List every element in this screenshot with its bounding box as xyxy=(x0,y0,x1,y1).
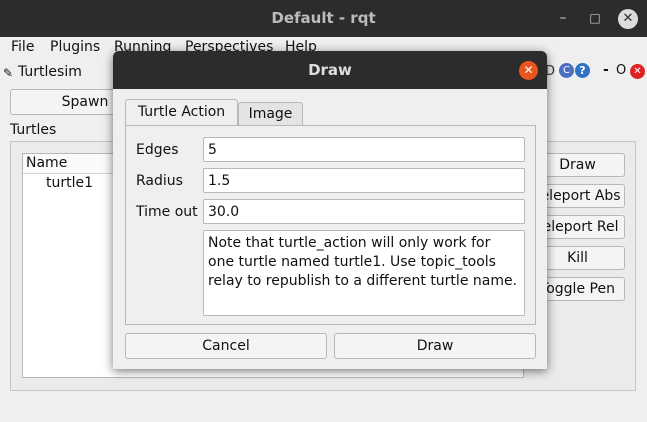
timeout-label: Time out xyxy=(136,204,198,220)
plugin-title: Turtlesim xyxy=(18,64,82,80)
dialog-titlebar[interactable]: Draw xyxy=(113,51,547,89)
draw-button[interactable]: Draw xyxy=(334,333,536,359)
list-item[interactable]: turtle1 xyxy=(46,175,93,191)
pencil-icon: ✎ xyxy=(3,66,14,80)
radius-label: Radius xyxy=(136,173,183,189)
plugin-minimize-button[interactable]: - xyxy=(603,62,609,78)
edges-label: Edges xyxy=(136,142,179,158)
menu-file[interactable]: File xyxy=(11,39,34,55)
radius-field[interactable] xyxy=(203,168,525,193)
tab-turtle-action[interactable]: Turtle Action xyxy=(125,99,238,127)
plugin-float-button[interactable]: O xyxy=(616,63,626,78)
name-column-header[interactable]: Name xyxy=(26,155,67,171)
reload-icon[interactable]: C xyxy=(559,63,574,78)
turtles-label: Turtles xyxy=(10,122,57,138)
edges-field[interactable] xyxy=(203,137,525,162)
note-text: Note that turtle_action will only work f… xyxy=(203,230,525,316)
cancel-button[interactable]: Cancel xyxy=(125,333,327,359)
draw-dialog: Draw ✕ Turtle Action Image Edges Radius … xyxy=(113,51,547,369)
tab-image[interactable]: Image xyxy=(238,102,303,126)
menu-plugins[interactable]: Plugins xyxy=(50,39,100,55)
plugin-close-icon[interactable]: ✕ xyxy=(630,64,645,79)
dialog-close-button[interactable]: ✕ xyxy=(519,61,538,80)
turtle-action-panel: Edges Radius Time out Note that turtle_a… xyxy=(125,125,536,325)
window-titlebar[interactable]: Default - rqt xyxy=(0,0,647,37)
window-title: Default - rqt xyxy=(271,9,376,27)
timeout-field[interactable] xyxy=(203,199,525,224)
minimize-button[interactable]: – xyxy=(553,0,573,37)
window-close-button[interactable]: ✕ xyxy=(618,9,638,29)
dialog-title: Draw xyxy=(308,61,352,79)
help-icon[interactable]: ? xyxy=(575,63,590,78)
maximize-button[interactable]: □ xyxy=(585,0,605,37)
